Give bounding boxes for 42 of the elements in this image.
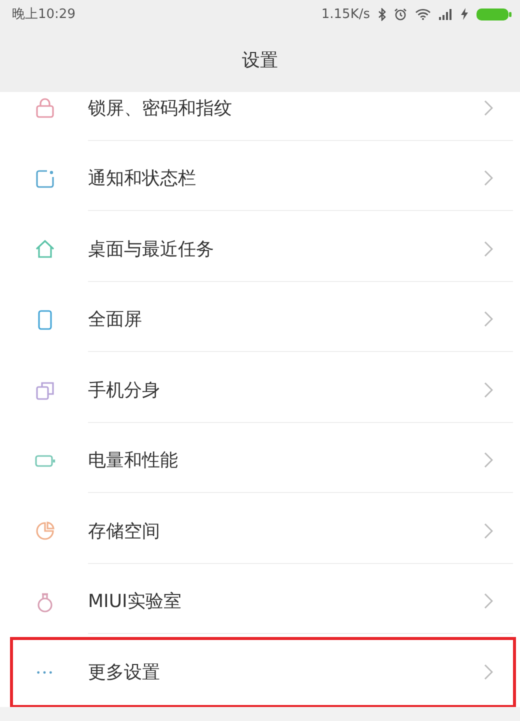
settings-item[interactable]: 电量和性能 <box>10 426 516 496</box>
settings-item[interactable]: 存储空间 <box>10 496 516 566</box>
notification-icon <box>34 168 56 190</box>
status-time: 晚上10:29 <box>12 6 76 23</box>
chevron-icon <box>484 170 493 186</box>
settings-item[interactable]: 桌面与最近任务 <box>10 214 516 284</box>
chevron-icon <box>484 311 493 328</box>
settings-item[interactable]: 全面屏 <box>10 284 516 355</box>
more-icon <box>37 670 52 674</box>
item-label: 存储空间 <box>88 520 160 543</box>
chevron-icon <box>484 100 493 116</box>
bluetooth-icon <box>378 8 386 20</box>
alarm-clock-icon <box>394 8 407 20</box>
chevron-icon <box>484 664 493 680</box>
pie-chart-icon <box>34 520 56 542</box>
item-label: 桌面与最近任务 <box>88 238 214 261</box>
signal-icon <box>439 8 453 20</box>
item-label: MIUI实验室 <box>88 590 182 614</box>
item-label: 全面屏 <box>88 308 142 332</box>
item-label: 电量和性能 <box>88 449 178 472</box>
wifi-icon <box>415 8 431 20</box>
page-title: 设置 <box>242 49 278 72</box>
settings-item[interactable]: 锁屏、密码和指纹 <box>10 92 516 144</box>
settings-item[interactable]: 手机分身 <box>10 355 516 426</box>
settings-item[interactable]: 通知和状态栏 <box>10 144 516 214</box>
lock-icon <box>34 97 56 120</box>
chevron-icon <box>484 240 493 257</box>
settings-item[interactable]: 更多设置 <box>10 637 516 707</box>
item-label: 通知和状态栏 <box>88 167 196 190</box>
chevron-icon <box>484 522 493 539</box>
battery-icon <box>476 8 512 20</box>
chevron-icon <box>484 593 493 610</box>
copy-icon <box>34 379 56 402</box>
chevron-icon <box>484 382 493 398</box>
item-label: 锁屏、密码和指纹 <box>88 96 232 120</box>
item-label: 更多设置 <box>88 661 160 684</box>
item-label: 手机分身 <box>88 378 160 402</box>
charging-icon <box>461 8 468 20</box>
home-icon <box>34 238 56 260</box>
chevron-icon <box>484 452 493 468</box>
network-speed: 1.15K/s <box>321 6 370 22</box>
settings-item[interactable]: MIUI实验室 <box>10 566 516 637</box>
